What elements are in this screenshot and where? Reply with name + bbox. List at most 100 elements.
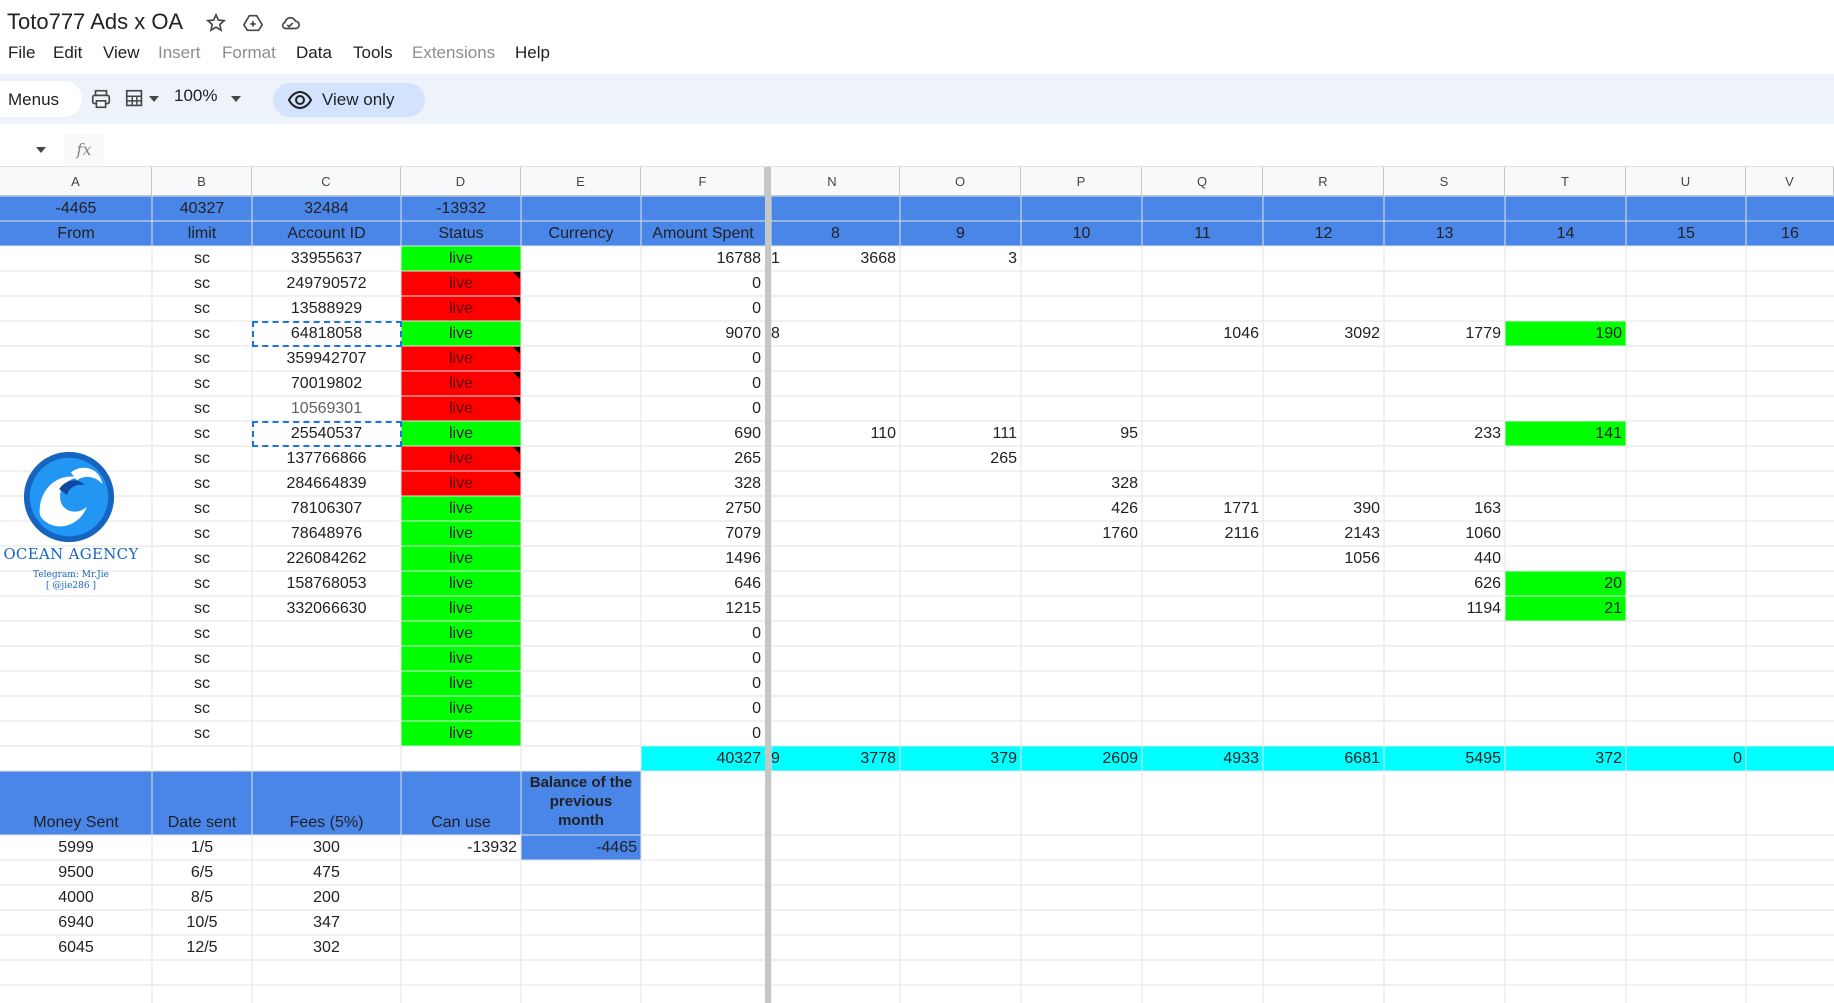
amount-spent-cell[interactable]: 9070 (641, 321, 765, 346)
header-a[interactable]: From (0, 221, 152, 246)
day-value-cell[interactable]: 111 (900, 421, 1021, 446)
amount-spent-cell[interactable]: 0 (641, 696, 765, 721)
account-id-cell[interactable]: 359942707 (252, 346, 401, 371)
chevron-down-icon[interactable] (148, 94, 160, 104)
status-cell[interactable]: live (401, 571, 521, 596)
amount-spent-cell[interactable]: 2750 (641, 496, 765, 521)
comment-indicator[interactable] (513, 272, 520, 279)
status-cell[interactable]: live (401, 346, 521, 371)
date-sent-cell[interactable]: 12/5 (152, 935, 252, 960)
account-id-cell[interactable] (252, 646, 401, 671)
total-day-cell[interactable]: 0 (1626, 746, 1746, 771)
menu-view[interactable]: View (103, 43, 140, 63)
status-cell[interactable]: live (401, 396, 521, 421)
limit-cell[interactable]: sc (152, 321, 252, 346)
fee-cell[interactable]: 302 (252, 935, 401, 960)
header-c[interactable]: Account ID (252, 221, 401, 246)
day-value-cell[interactable]: 110 (771, 421, 900, 446)
total-day-cell[interactable]: 2609 (1021, 746, 1142, 771)
status-cell[interactable]: live (401, 271, 521, 296)
amount-spent-cell[interactable]: 0 (641, 371, 765, 396)
status-cell[interactable]: live (401, 321, 521, 346)
print-icon[interactable] (90, 88, 112, 110)
column-header-n[interactable]: N (765, 167, 900, 196)
comment-indicator[interactable] (513, 372, 520, 379)
account-id-cell[interactable]: 33955637 (252, 246, 401, 271)
amount-spent-cell[interactable]: 1496 (641, 546, 765, 571)
money-sent-cell[interactable]: 9500 (0, 860, 152, 885)
zoom-dropdown-icon[interactable] (230, 94, 242, 104)
limit-cell[interactable]: sc (152, 346, 252, 371)
header-day[interactable]: 9 (900, 221, 1021, 246)
limit-cell[interactable]: sc (152, 296, 252, 321)
status-cell[interactable]: live (401, 696, 521, 721)
menu-format[interactable]: Format (222, 43, 276, 63)
money-sent-cell[interactable]: 5999 (0, 835, 152, 860)
limit-cell[interactable]: sc (152, 371, 252, 396)
comment-indicator[interactable] (513, 297, 520, 304)
limit-cell[interactable]: sc (152, 471, 252, 496)
limit-cell[interactable]: sc (152, 671, 252, 696)
fee-cell[interactable]: 300 (252, 835, 401, 860)
day-value-cell[interactable]: 1056 (1263, 546, 1384, 571)
amount-spent-cell[interactable]: 0 (641, 296, 765, 321)
limit-cell[interactable]: sc (152, 571, 252, 596)
menu-data[interactable]: Data (296, 43, 332, 63)
header-day[interactable]: 11 (1142, 221, 1263, 246)
day-value-cell[interactable]: 1194 (1384, 596, 1505, 621)
fee-cell[interactable]: 200 (252, 885, 401, 910)
document-title[interactable]: Toto777 Ads x OA (7, 9, 183, 35)
column-header-s[interactable]: S (1384, 167, 1505, 196)
payments-header-b[interactable]: Date sent (152, 810, 252, 835)
header-day[interactable]: 16 (1746, 221, 1834, 246)
summary-d[interactable]: -13932 (401, 196, 521, 221)
account-id-cell[interactable]: 78648976 (252, 521, 401, 546)
comment-indicator[interactable] (513, 447, 520, 454)
total-day-cell[interactable]: 5495 (1384, 746, 1505, 771)
total-day-cell[interactable]: 372 (1505, 746, 1626, 771)
menu-help[interactable]: Help (515, 43, 550, 63)
menu-tools[interactable]: Tools (353, 43, 393, 63)
header-e[interactable]: Currency (521, 221, 641, 246)
status-cell[interactable]: live (401, 521, 521, 546)
column-header-b[interactable]: B (152, 167, 252, 196)
limit-cell[interactable]: sc (152, 421, 252, 446)
limit-cell[interactable]: sc (152, 546, 252, 571)
column-header-f[interactable]: F (641, 167, 765, 196)
frozen-column-divider[interactable] (765, 167, 771, 1003)
account-id-cell[interactable]: 78106307 (252, 496, 401, 521)
balance-cell[interactable]: -4465 (521, 835, 641, 860)
day-value-cell[interactable]: 2116 (1142, 521, 1263, 546)
total-day-cell[interactable]: 3778 (771, 746, 900, 771)
day-value-cell[interactable]: 1046 (1142, 321, 1263, 346)
column-header-q[interactable]: Q (1142, 167, 1263, 196)
summary-a[interactable]: -4465 (0, 196, 152, 221)
column-header-a[interactable]: A (0, 167, 152, 196)
menu-edit[interactable]: Edit (53, 43, 82, 63)
date-sent-cell[interactable]: 8/5 (152, 885, 252, 910)
format-painter-icon[interactable] (124, 88, 146, 110)
amount-spent-cell[interactable]: 265 (641, 446, 765, 471)
date-sent-cell[interactable]: 10/5 (152, 910, 252, 935)
amount-spent-cell[interactable]: 16788 (641, 246, 765, 271)
account-id-cell[interactable]: 13588929 (252, 296, 401, 321)
fee-cell[interactable]: 347 (252, 910, 401, 935)
column-header-r[interactable]: R (1263, 167, 1384, 196)
amount-spent-cell[interactable]: 0 (641, 346, 765, 371)
status-cell[interactable]: live (401, 421, 521, 446)
header-b[interactable]: limit (152, 221, 252, 246)
column-header-t[interactable]: T (1505, 167, 1626, 196)
total-day-cell[interactable]: 379 (900, 746, 1021, 771)
total-day-cell[interactable]: 4933 (1142, 746, 1263, 771)
extra-cell[interactable]: 8 (765, 321, 805, 346)
limit-cell[interactable]: sc (152, 721, 252, 746)
account-id-cell[interactable] (252, 621, 401, 646)
payments-header-c[interactable]: Fees (5%) (252, 810, 401, 835)
column-header-v[interactable]: V (1746, 167, 1834, 196)
header-day[interactable]: 12 (1263, 221, 1384, 246)
limit-cell[interactable]: sc (152, 621, 252, 646)
day-value-cell[interactable]: 20 (1505, 571, 1626, 596)
menu-file[interactable]: File (8, 43, 35, 63)
day-value-cell[interactable]: 390 (1263, 496, 1384, 521)
day-value-cell[interactable]: 1060 (1384, 521, 1505, 546)
